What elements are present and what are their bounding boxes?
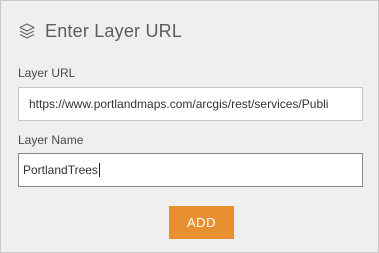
enter-layer-url-panel: Enter Layer URL Layer URL https://www.po… xyxy=(0,0,379,253)
layers-icon xyxy=(19,23,35,39)
add-button[interactable]: ADD xyxy=(169,206,234,239)
layer-url-value: https://www.portlandmaps.com/arcgis/rest… xyxy=(29,97,329,111)
panel-title: Enter Layer URL xyxy=(45,21,183,41)
layer-url-input[interactable]: https://www.portlandmaps.com/arcgis/rest… xyxy=(18,87,363,121)
layer-name-label: Layer Name xyxy=(18,133,84,147)
panel-header: Enter Layer URL xyxy=(18,19,182,43)
layer-url-label: Layer URL xyxy=(18,66,76,80)
layer-name-value: PortlandTrees xyxy=(23,163,98,177)
text-caret xyxy=(98,163,100,177)
layer-name-input[interactable]: PortlandTrees xyxy=(18,153,363,187)
